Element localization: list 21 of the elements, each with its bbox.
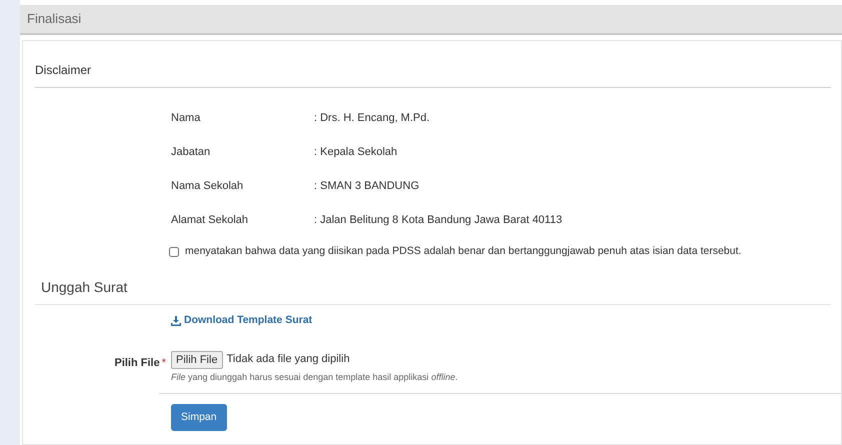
field-label: Jabatan	[171, 145, 212, 157]
choose-file-button[interactable]: Pilih File	[171, 350, 223, 368]
field-value: : SMAN 3 BANDUNG	[314, 179, 420, 191]
section-title: Disclaimer	[35, 63, 92, 77]
agreement-text: menyatakan bahwa data yang diisikan pada PDSS adalah benar dan bertanggungjawab penuh atas isian data tersebut.	[185, 244, 742, 259]
submit-button[interactable]: Simpan	[171, 404, 227, 432]
help-text: File yang diunggah harus sesuai dengan template hasil applikasi offline.	[171, 370, 458, 384]
download-link[interactable]: Download Template Surat	[171, 312, 312, 328]
field-label: Nama	[171, 111, 202, 123]
page-title: Finalisasi	[27, 10, 82, 28]
file-label: Pilih File	[114, 356, 160, 370]
field-label: Nama Sekolah	[171, 179, 244, 191]
field-value: : Jalan Belitung 8 Kota Bandung Jawa Barat 40113	[314, 213, 562, 225]
file-status: Tidak ada file yang dipilih	[226, 352, 350, 368]
download-icon	[171, 316, 181, 326]
agreement-checkbox[interactable]	[169, 246, 179, 257]
field-value: : Kepala Sekolah	[314, 145, 398, 157]
section-title: Unggah Surat	[41, 278, 128, 295]
required-mark: *	[162, 356, 166, 370]
field-value: : Drs. H. Encang, M.Pd.	[314, 111, 430, 123]
field-label: Alamat Sekolah	[171, 213, 250, 225]
